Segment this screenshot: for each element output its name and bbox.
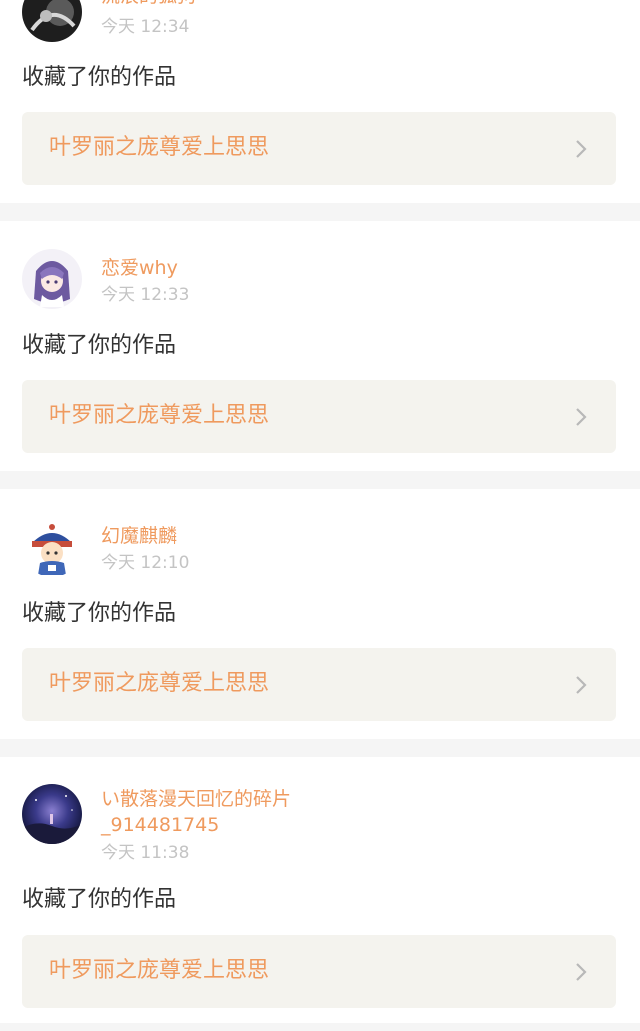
work-link[interactable]: 叶罗丽之庞尊爱上思思 <box>22 935 616 1008</box>
notification-card: 流浪的狐狗 今天 12:34 收藏了你的作品 叶罗丽之庞尊爱上思思 <box>0 0 640 203</box>
timestamp: 今天 12:33 <box>101 285 190 305</box>
notification-card: い散落漫天回忆的碎片 _914481745 今天 11:38 收藏了你的作品 叶… <box>0 757 640 1023</box>
timestamp: 今天 11:38 <box>101 843 190 863</box>
timestamp: 今天 12:34 <box>101 17 190 37</box>
notification-feed: 流浪的狐狗 今天 12:34 收藏了你的作品 叶罗丽之庞尊爱上思思 恋爱why … <box>0 0 640 1031</box>
username[interactable]: 幻魔麒麟 <box>101 524 177 548</box>
username-line-2[interactable]: _914481745 <box>101 813 219 837</box>
action-text: 收藏了你的作品 <box>22 887 177 912</box>
action-text: 收藏了你的作品 <box>22 333 177 358</box>
username[interactable]: 恋爱why <box>101 256 178 280</box>
work-title: 叶罗丽之庞尊爱上思思 <box>49 671 270 696</box>
chevron-right-icon <box>574 674 588 696</box>
work-title: 叶罗丽之庞尊爱上思思 <box>49 403 270 428</box>
work-link[interactable]: 叶罗丽之庞尊爱上思思 <box>22 112 616 185</box>
username[interactable]: 流浪的狐狗 <box>101 0 196 8</box>
night-sky-avatar-icon[interactable] <box>22 784 82 844</box>
work-title: 叶罗丽之庞尊爱上思思 <box>49 135 270 160</box>
work-title: 叶罗丽之庞尊爱上思思 <box>49 958 270 983</box>
chevron-right-icon <box>574 961 588 983</box>
action-text: 收藏了你的作品 <box>22 65 177 90</box>
chevron-right-icon <box>574 406 588 428</box>
notification-card: 幻魔麒麟 今天 12:10 收藏了你的作品 叶罗丽之庞尊爱上思思 <box>0 489 640 739</box>
username-line-1[interactable]: い散落漫天回忆的碎片 <box>101 787 291 811</box>
anime-girl-avatar-icon[interactable] <box>22 249 82 309</box>
qing-official-avatar-icon[interactable] <box>22 517 82 577</box>
dark-avatar-icon[interactable] <box>22 0 82 42</box>
action-text: 收藏了你的作品 <box>22 601 177 626</box>
timestamp: 今天 12:10 <box>101 553 190 573</box>
notification-card: 恋爱why 今天 12:33 收藏了你的作品 叶罗丽之庞尊爱上思思 <box>0 221 640 471</box>
chevron-right-icon <box>574 138 588 160</box>
work-link[interactable]: 叶罗丽之庞尊爱上思思 <box>22 648 616 721</box>
work-link[interactable]: 叶罗丽之庞尊爱上思思 <box>22 380 616 453</box>
